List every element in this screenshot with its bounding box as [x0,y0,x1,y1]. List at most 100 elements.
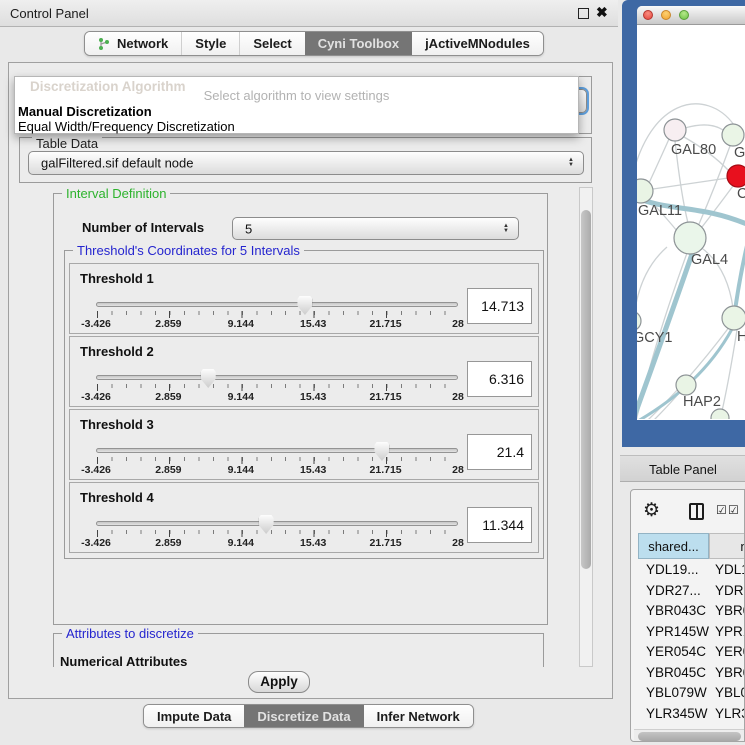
scale-label: 28 [452,464,464,476]
apply-button[interactable]: Apply [248,671,310,693]
cell-name[interactable]: YBR0 [715,601,744,622]
scale-label: -3.426 [81,391,111,403]
scrollbar-thumb[interactable] [638,732,741,741]
network-node-h[interactable] [722,306,745,330]
slider-track[interactable] [96,521,458,526]
cell-name[interactable]: YPR1 [715,622,744,643]
scale-label: -3.426 [81,318,111,330]
cell-shared-name[interactable]: YBR045C [646,663,706,684]
table-row[interactable]: YDR27... YDR2 [631,581,744,602]
split-view-icon[interactable] [689,503,704,520]
cell-name[interactable]: YBL0 [715,683,744,704]
tab-network[interactable]: Network [85,32,182,55]
close-traffic-light-icon[interactable] [643,10,653,20]
column-header-name[interactable]: n [709,533,745,559]
network-node[interactable] [711,409,729,419]
table-row[interactable]: YIL052C YIL0 [631,724,744,728]
threshold-slider[interactable]: -3.4262.8599.14415.4321.71528 [96,294,458,330]
tab-select[interactable]: Select [240,32,304,55]
network-edge [685,125,723,130]
threshold-panel-threshold-3: Threshold 3 -3.4262.8599.14415.4321.71528… [69,409,539,480]
gear-icon[interactable]: ⚙ [643,501,660,520]
cyni-toolbox-panel: Discretization Algorithm Select algorith… [8,62,613,699]
cell-shared-name[interactable]: YLR345W [646,704,708,725]
thresholds-group-label: Threshold's Coordinates for 5 Intervals [73,243,304,258]
table-row[interactable]: YER054C YER0 [631,642,744,663]
algorithm-option-equal-width-frequency-discretization[interactable]: Equal Width/Frequency Discretization [18,119,235,134]
slider-track[interactable] [96,375,458,380]
tab-infer-network[interactable]: Infer Network [364,705,473,727]
checkbox-icon[interactable]: ☑ [716,504,727,516]
threshold-slider[interactable]: -3.4262.8599.14415.4321.71528 [96,367,458,403]
network-node-gcy1[interactable] [637,311,641,331]
settings-scrollbar[interactable] [579,187,593,667]
tab-impute-data[interactable]: Impute Data [144,705,244,727]
cell-shared-name[interactable]: YDL19... [646,560,699,581]
table-horizontal-scrollbar[interactable] [634,729,744,742]
table-row[interactable]: YBL079W YBL0 [631,683,744,704]
slider-track[interactable] [96,302,458,307]
scale-label: 21.715 [370,537,402,549]
table-row[interactable]: YPR145W YPR1 [631,622,744,643]
stepper-arrows-icon: ▲▼ [503,224,509,234]
checkbox-icon[interactable]: ☑ [728,504,739,516]
slider-track[interactable] [96,448,458,453]
threshold-panel-threshold-2: Threshold 2-3.4262.8599.14415.4321.71528… [69,336,539,407]
tab-cyni-toolbox[interactable]: Cyni Toolbox [305,32,412,55]
network-node-g[interactable] [722,124,744,146]
cell-shared-name[interactable]: YBL079W [646,683,707,704]
table-data-combobox[interactable]: galFiltered.sif default node ▲▼ [28,151,584,175]
cell-name[interactable]: YDR2 [715,581,744,602]
network-node-hap2[interactable] [676,375,696,395]
network-window-titlebar[interactable] [637,6,745,25]
cell-name[interactable]: YLR3 [715,704,744,725]
scrollbar-thumb[interactable] [581,210,591,569]
threshold-panel-threshold-1: Threshold 1-3.4262.8599.14415.4321.71528… [69,263,539,334]
node-label: G [734,145,745,161]
cell-name[interactable]: YBR0 [715,663,744,684]
table-row[interactable]: YBR043C YBR0 [631,601,744,622]
threshold-value-field[interactable]: 6.316 [467,361,532,397]
cell-name[interactable]: YIL0 [715,724,743,728]
cell-shared-name[interactable]: YER054C [646,642,706,663]
number-of-intervals-label: Number of Intervals [82,220,204,235]
threshold-value-field[interactable]: 11.344 [467,507,532,543]
number-of-intervals-combobox[interactable]: 5 ▲▼ [232,217,519,240]
scale-label: 15.43 [300,391,326,403]
tab-style[interactable]: Style [182,32,240,55]
scale-label: 21.715 [370,318,402,330]
table-row[interactable]: YBR045C YBR0 [631,663,744,684]
table-row[interactable]: YLR345W YLR3 [631,704,744,725]
scale-label: 9.144 [228,318,254,330]
cell-shared-name[interactable]: YBR043C [646,601,706,622]
threshold-value-field[interactable]: 14.713 [467,288,532,324]
network-node-c[interactable] [727,165,745,187]
control-panel-titlebar: Control Panel ✖ [0,0,618,27]
threshold-slider[interactable]: -3.4262.8599.14415.4321.71528 [96,440,458,476]
zoom-traffic-light-icon[interactable] [679,10,689,20]
threshold-slider[interactable]: -3.4262.8599.14415.4321.71528 [96,513,458,549]
column-header-shared-name[interactable]: shared... [638,533,709,559]
table-row[interactable]: YDL19... YDL1 [631,560,744,581]
cell-shared-name[interactable]: YIL052C [646,724,699,728]
threshold-title: Threshold 3 [80,417,154,432]
thresholds-group: Threshold's Coordinates for 5 Intervals … [64,250,544,559]
minimize-traffic-light-icon[interactable] [661,10,671,20]
scale-label: 2.859 [155,318,181,330]
network-node-gal11[interactable] [637,179,653,203]
float-icon[interactable] [578,8,589,19]
network-canvas[interactable]: GAL80GCGAL11GAL4GCY1HHAP2 [637,25,745,419]
tab-discretize-data[interactable]: Discretize Data [244,705,363,727]
tab-jactivemnodules[interactable]: jActiveMNodules [412,32,543,55]
cell-name[interactable]: YER0 [715,642,744,663]
cell-shared-name[interactable]: YPR145W [646,622,709,643]
scale-label: -3.426 [81,537,111,549]
network-node-gal80[interactable] [664,119,686,141]
algorithm-option-manual-discretization[interactable]: Manual Discretization [18,104,152,119]
close-icon[interactable]: ✖ [596,4,608,21]
top-tabbar: NetworkStyleSelectCyni ToolboxjActiveMNo… [84,31,544,56]
cell-name[interactable]: YDL1 [715,560,744,581]
threshold-value-field[interactable]: 21.4 [467,434,532,470]
network-node-gal4[interactable] [674,222,706,254]
cell-shared-name[interactable]: YDR27... [646,581,701,602]
